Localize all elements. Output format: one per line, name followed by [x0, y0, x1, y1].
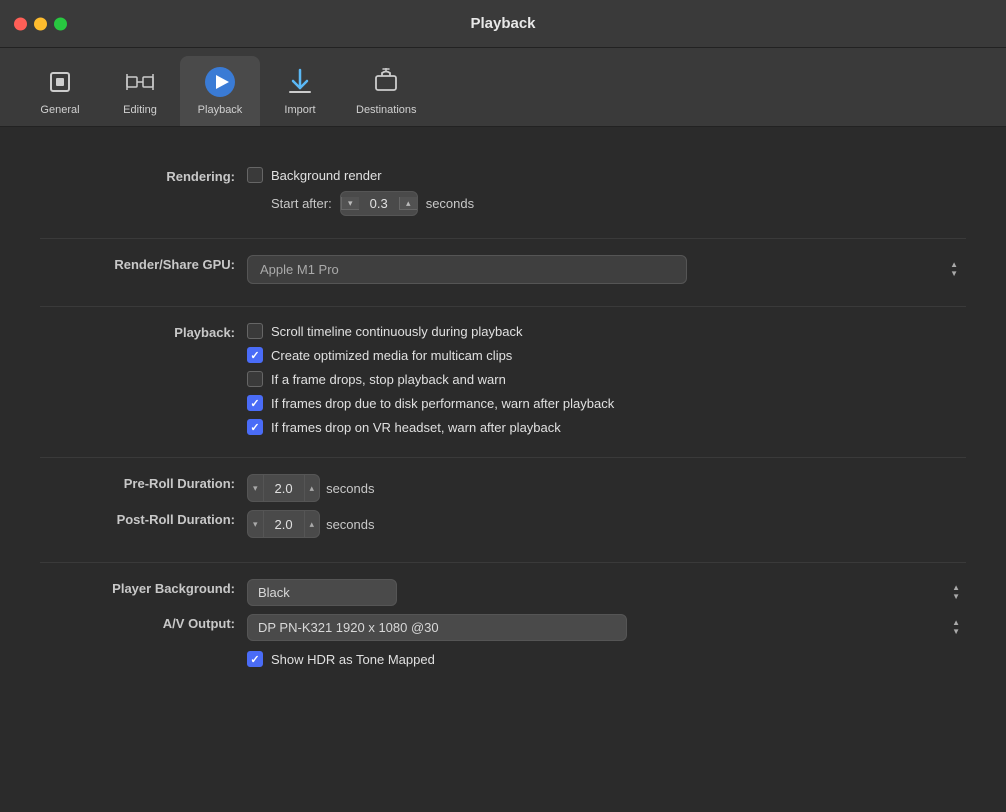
toolbar-item-editing[interactable]: Editing [100, 56, 180, 126]
window-title: Playback [470, 15, 535, 32]
frame-drops-vr-row: If frames drop on VR headset, warn after… [247, 419, 966, 435]
divider-2 [40, 306, 966, 307]
scroll-timeline-label: Scroll timeline continuously during play… [271, 324, 522, 339]
editing-icon [122, 64, 158, 100]
background-render-checkbox[interactable] [247, 167, 263, 183]
frame-drops-stop-row: If a frame drops, stop playback and warn [247, 371, 966, 387]
general-label: General [40, 104, 79, 116]
postroll-row: Post-Roll Duration: ▾ 2.0 ▴ seconds [40, 510, 966, 538]
start-after-down-btn[interactable]: ▾ [341, 197, 359, 210]
background-render-label: Background render [271, 168, 382, 183]
preroll-seconds: seconds [326, 481, 374, 496]
toolbar-item-import[interactable]: Import [260, 56, 340, 126]
playback-row: Playback: Scroll timeline continuously d… [40, 323, 966, 435]
frame-drops-stop-checkbox[interactable] [247, 371, 263, 387]
gpu-label: Render/Share GPU: [40, 255, 235, 272]
editing-label: Editing [123, 104, 157, 116]
rendering-label: Rendering: [40, 167, 235, 184]
playback-label: Playback [198, 104, 243, 116]
preroll-value: 2.0 [264, 481, 304, 496]
hdr-row: Show HDR as Tone Mapped [247, 651, 966, 667]
av-output-select[interactable]: DP PN-K321 1920 x 1080 @30 [247, 614, 627, 641]
postroll-value: 2.0 [264, 517, 304, 532]
frame-drops-disk-label: If frames drop due to disk performance, … [271, 396, 614, 411]
playback-label-field: Playback: [40, 323, 235, 340]
start-after-stepper[interactable]: ▾ 0.3 ▴ [340, 191, 418, 216]
postroll-controls: ▾ 2.0 ▴ seconds [247, 510, 374, 538]
divider-1 [40, 238, 966, 239]
frame-drops-vr-checkbox[interactable] [247, 419, 263, 435]
gpu-controls: Apple M1 Pro ▲ ▼ [247, 255, 966, 284]
preroll-row: Pre-Roll Duration: ▾ 2.0 ▴ seconds [40, 474, 966, 502]
av-output-row: A/V Output: DP PN-K321 1920 x 1080 @30 ▲… [40, 614, 966, 667]
optimized-media-row: Create optimized media for multicam clip… [247, 347, 966, 363]
rendering-controls: Background render Start after: ▾ 0.3 ▴ s… [247, 167, 966, 216]
preroll-controls: ▾ 2.0 ▴ seconds [247, 474, 374, 502]
player-bg-label: Player Background: [40, 579, 235, 596]
frame-drops-disk-row: If frames drop due to disk performance, … [247, 395, 966, 411]
av-output-select-wrapper: DP PN-K321 1920 x 1080 @30 ▲ ▼ [247, 614, 966, 641]
av-output-controls: DP PN-K321 1920 x 1080 @30 ▲ ▼ Show HDR … [247, 614, 966, 667]
av-output-label: A/V Output: [40, 614, 235, 631]
toolbar: General Editing Playback [0, 48, 1006, 127]
av-output-chevron-icon: ▲ ▼ [952, 619, 960, 636]
postroll-seconds: seconds [326, 517, 374, 532]
gpu-select[interactable]: Apple M1 Pro [247, 255, 687, 284]
scroll-timeline-row: Scroll timeline continuously during play… [247, 323, 966, 339]
divider-4 [40, 562, 966, 563]
frame-drops-stop-label: If a frame drops, stop playback and warn [271, 372, 506, 387]
playback-controls: Scroll timeline continuously during play… [247, 323, 966, 435]
preroll-stepper[interactable]: ▾ 2.0 ▴ [247, 474, 320, 502]
title-bar: Playback [0, 0, 1006, 48]
frame-drops-vr-label: If frames drop on VR headset, warn after… [271, 420, 561, 435]
gpu-select-wrapper: Apple M1 Pro ▲ ▼ [247, 255, 966, 284]
postroll-down-btn[interactable]: ▾ [248, 511, 264, 537]
preroll-label: Pre-Roll Duration: [40, 474, 235, 491]
toolbar-item-playback[interactable]: Playback [180, 56, 260, 126]
preroll-up-btn[interactable]: ▴ [304, 475, 320, 501]
optimized-media-checkbox[interactable] [247, 347, 263, 363]
content-area: Rendering: Background render Start after… [0, 127, 1006, 812]
start-after-up-btn[interactable]: ▴ [399, 197, 417, 210]
destinations-label: Destinations [356, 104, 417, 116]
preroll-down-btn[interactable]: ▾ [248, 475, 264, 501]
rendering-row: Rendering: Background render Start after… [40, 167, 966, 216]
player-bg-chevron-icon: ▲ ▼ [952, 584, 960, 601]
traffic-lights [14, 17, 67, 30]
start-after-label: Start after: [271, 196, 332, 211]
toolbar-item-general[interactable]: General [20, 56, 100, 126]
hdr-label: Show HDR as Tone Mapped [271, 652, 435, 667]
frame-drops-disk-checkbox[interactable] [247, 395, 263, 411]
start-after-seconds: seconds [426, 196, 474, 211]
minimize-button[interactable] [34, 17, 47, 30]
divider-3 [40, 457, 966, 458]
scroll-timeline-checkbox[interactable] [247, 323, 263, 339]
start-after-row: Start after: ▾ 0.3 ▴ seconds [271, 191, 966, 216]
gpu-row: Render/Share GPU: Apple M1 Pro ▲ ▼ [40, 255, 966, 284]
postroll-label: Post-Roll Duration: [40, 510, 235, 527]
optimized-media-label: Create optimized media for multicam clip… [271, 348, 512, 363]
player-bg-row: Player Background: Black White Checkerbo… [40, 579, 966, 606]
player-bg-select[interactable]: Black White Checkerboard [247, 579, 397, 606]
playback-icon [202, 64, 238, 100]
player-bg-select-wrapper: Black White Checkerboard ▲ ▼ [247, 579, 966, 606]
start-after-value: 0.3 [359, 192, 399, 215]
postroll-up-btn[interactable]: ▴ [304, 511, 320, 537]
player-bg-controls: Black White Checkerboard ▲ ▼ [247, 579, 966, 606]
import-icon [282, 64, 318, 100]
postroll-stepper[interactable]: ▾ 2.0 ▴ [247, 510, 320, 538]
maximize-button[interactable] [54, 17, 67, 30]
hdr-checkbox[interactable] [247, 651, 263, 667]
toolbar-item-destinations[interactable]: Destinations [340, 56, 433, 126]
close-button[interactable] [14, 17, 27, 30]
import-label: Import [284, 104, 315, 116]
destinations-icon [368, 64, 404, 100]
general-icon [42, 64, 78, 100]
gpu-chevron-icon: ▲ ▼ [950, 261, 958, 279]
background-render-row: Background render [247, 167, 966, 183]
